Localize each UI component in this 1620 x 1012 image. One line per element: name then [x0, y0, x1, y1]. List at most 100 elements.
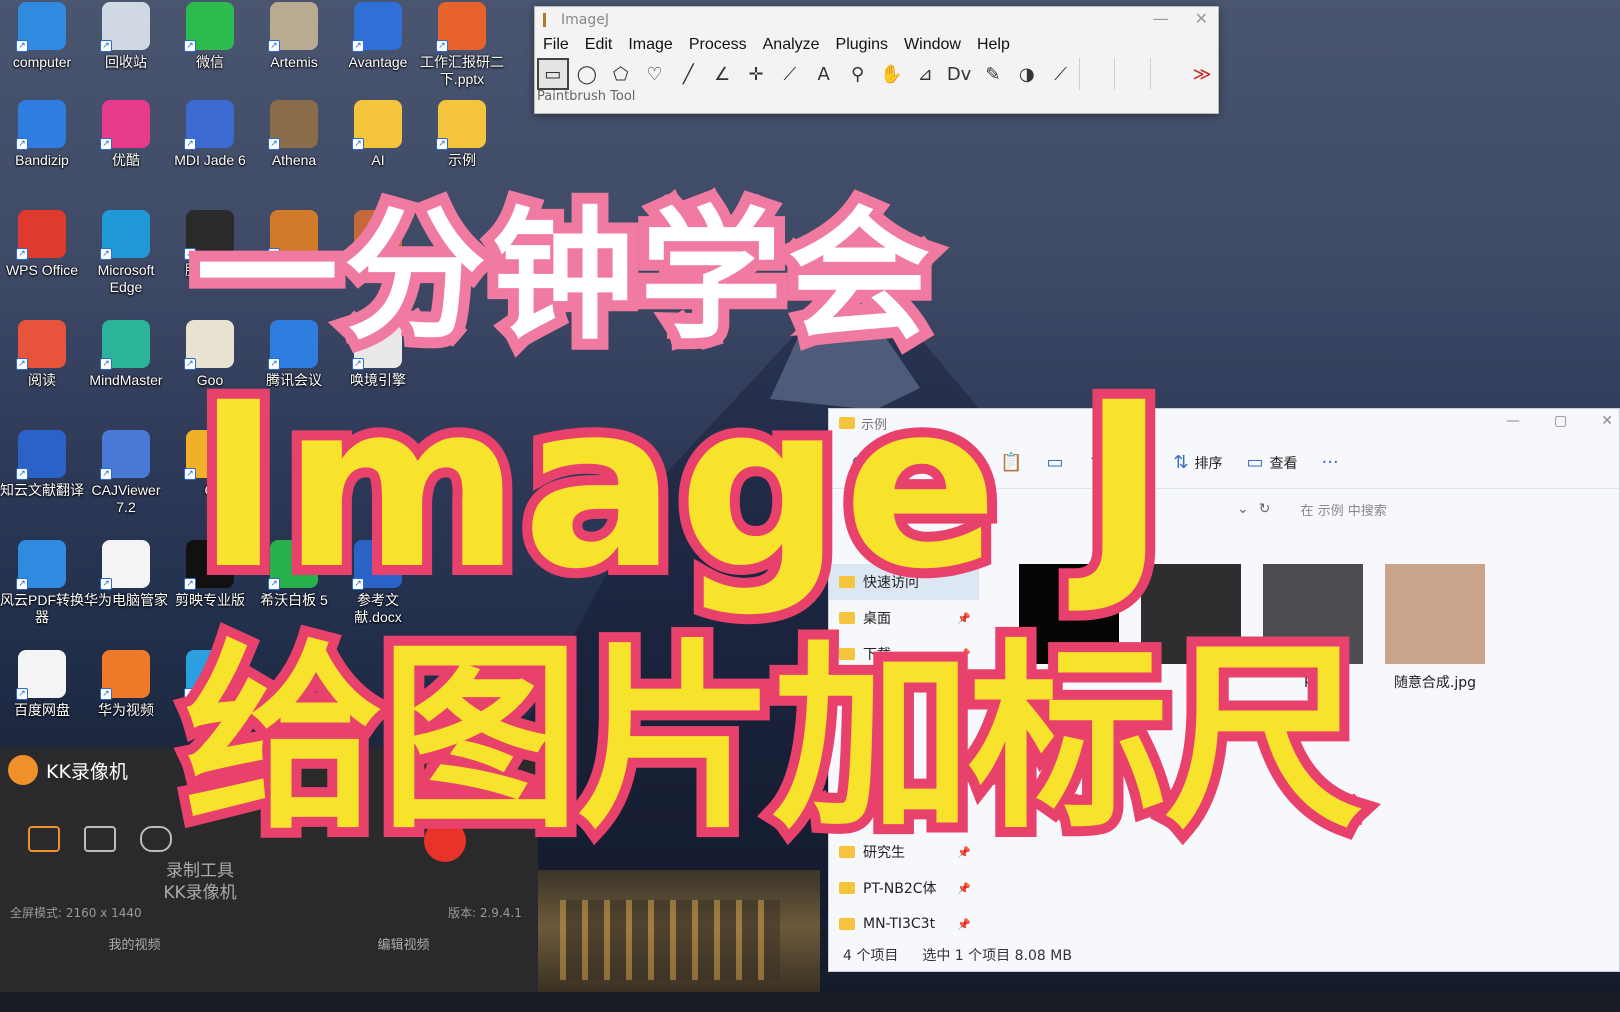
text-icon[interactable]: A	[808, 58, 840, 90]
desktop-icon[interactable]: ↗ MDI Jade 6	[168, 100, 252, 169]
kk-version: 版本: 2.9.4.1	[448, 906, 522, 920]
shortcut-arrow-icon: ↗	[100, 468, 112, 480]
point-icon[interactable]: ✛	[740, 58, 772, 90]
menu-help[interactable]: Help	[977, 36, 1010, 54]
desktop-icon[interactable]: ↗ 华为视频	[84, 650, 168, 719]
imagej-window[interactable]: ImageJ — ✕ File Edit Image Process Analyze Pl…	[534, 6, 1219, 114]
magnifier-icon[interactable]: ⚲	[842, 58, 874, 90]
menu-analyze[interactable]: Analyze	[763, 36, 820, 54]
command-button[interactable]: ⇅ 排序	[1173, 452, 1222, 473]
app-icon: ↗	[16, 100, 66, 150]
maximize-button[interactable]: ▢	[1554, 413, 1567, 429]
brush-icon[interactable]: ✎	[977, 58, 1009, 90]
command-button[interactable]: ···	[1322, 452, 1339, 473]
desktop-icon[interactable]: ↗ Artemis	[252, 2, 336, 71]
shortcut-arrow-icon: ↗	[16, 138, 28, 150]
kk-brand: KK录像机	[163, 883, 237, 903]
app-icon: ↗	[436, 2, 486, 52]
edit-videos-link[interactable]: 编辑视频	[269, 934, 538, 953]
desktop-icon[interactable]: ↗ Avantage	[336, 2, 420, 71]
menu-image[interactable]: Image	[628, 36, 672, 54]
dev-icon[interactable]: Dv	[943, 58, 975, 90]
window-mode-icon[interactable]	[84, 826, 116, 852]
hand-icon[interactable]: ✋	[875, 58, 907, 90]
app-icon: ↗	[352, 100, 402, 150]
menu-plugins[interactable]: Plugins	[836, 36, 888, 54]
search-input[interactable]: 在 示例 中搜索	[1300, 500, 1386, 519]
menu-file[interactable]: File	[543, 36, 569, 54]
desktop-icon[interactable]: ↗ 优酷	[84, 100, 168, 169]
menu-process[interactable]: Process	[689, 36, 747, 54]
minimize-button[interactable]: —	[1506, 413, 1520, 429]
polygon-icon[interactable]: ⬠	[605, 58, 637, 90]
desktop-icon[interactable]: ↗ computer	[0, 2, 84, 71]
app-icon: ↗	[436, 100, 486, 150]
wand-icon[interactable]: ⟋	[774, 58, 806, 90]
arrow-icon[interactable]: ≫	[1186, 58, 1218, 90]
desktop-icon[interactable]: ↗ 华为电脑管家	[84, 540, 168, 609]
desktop-icon[interactable]: ↗ Bandizip	[0, 100, 84, 169]
command-icon: ▭	[1246, 452, 1264, 473]
my-videos-link[interactable]: 我的视频	[0, 934, 269, 953]
desktop-icon[interactable]: ↗ WPS Office	[0, 210, 84, 279]
nav-item[interactable]: MN-TI3C3t 📌	[829, 906, 979, 942]
overlay-title-line3: 给图片加标尺	[174, 623, 1374, 856]
desktop-icon[interactable]: ↗ Microsoft Edge	[84, 210, 168, 296]
flood-icon[interactable]: ◑	[1011, 58, 1043, 90]
shortcut-arrow-icon: ↗	[100, 578, 112, 590]
city-lights	[560, 900, 780, 980]
kk-mode-icons	[28, 826, 172, 852]
desktop-icon[interactable]: ↗ MindMaster	[84, 320, 168, 389]
desktop-icon[interactable]: ↗ 回收站	[84, 2, 168, 71]
shortcut-arrow-icon: ↗	[352, 40, 364, 52]
gamepad-icon[interactable]	[140, 826, 172, 852]
screen-mode-icon[interactable]	[28, 826, 60, 852]
desktop-icon[interactable]: ↗ 示例	[420, 100, 504, 169]
desktop-icon[interactable]: ↗ 百度网盘	[0, 650, 84, 719]
app-icon: ↗	[16, 210, 66, 260]
oval-icon[interactable]: ◯	[571, 58, 603, 90]
desktop-icon-label: 工作汇报研二下.pptx	[420, 54, 504, 87]
desktop-icon[interactable]: ↗ 风云PDF转换器	[0, 540, 84, 626]
imagej-toolbar: ▭ ◯ ⬠ ♡ ╱ ∠ ✛ ⟋ A ⚲ ✋ ⊿ Dv ✎ ◑ ⟋ ≫	[535, 57, 1218, 91]
desktop-icon[interactable]: ↗ 阅读	[0, 320, 84, 389]
desktop-icon-label: 华为电脑管家	[84, 592, 168, 608]
desktop-icon[interactable]: ↗ 知云文献翻译	[0, 430, 84, 499]
command-button[interactable]: ▭ 查看	[1247, 452, 1298, 473]
empty-tool-slot[interactable]	[1078, 58, 1113, 90]
nav-item[interactable]: PT-NB2C体 📌	[829, 870, 979, 906]
shortcut-arrow-icon: ↗	[16, 248, 28, 260]
desktop-icon[interactable]: ↗ 工作汇报研二下.pptx	[420, 2, 504, 88]
refresh-icon[interactable]: ↻	[1259, 501, 1271, 517]
rectangle-icon[interactable]: ▭	[537, 58, 569, 90]
empty-tool-slot[interactable]	[1150, 58, 1184, 90]
close-button[interactable]: ✕	[1195, 9, 1208, 28]
desktop-icon-label: 华为视频	[98, 702, 154, 718]
desktop-icon[interactable]: ↗ AI	[336, 100, 420, 169]
angle-icon[interactable]: ∠	[706, 58, 738, 90]
minimize-button[interactable]: —	[1153, 9, 1169, 28]
empty-tool-slot[interactable]	[1114, 58, 1148, 90]
menu-edit[interactable]: Edit	[585, 36, 613, 54]
app-icon: ↗	[16, 320, 66, 370]
desktop-icon[interactable]: ↗ 微信	[168, 2, 252, 71]
dropper-icon[interactable]: ⊿	[909, 58, 941, 90]
shortcut-arrow-icon: ↗	[100, 40, 112, 52]
desktop-icon-label: 知云文献翻译	[0, 482, 84, 498]
menu-window[interactable]: Window	[904, 36, 961, 54]
desktop-icon[interactable]: ↗ Athena	[252, 100, 336, 169]
close-button[interactable]: ✕	[1601, 413, 1613, 429]
desktop-icon-label: WPS Office	[5, 262, 79, 278]
shortcut-arrow-icon: ↗	[16, 358, 28, 370]
pick-icon[interactable]: ⟋	[1045, 58, 1077, 90]
app-icon: ↗	[16, 430, 66, 480]
chevron-down-icon[interactable]: ⌄	[1237, 501, 1249, 517]
desktop-icon[interactable]: ↗ CAJViewer 7.2	[84, 430, 168, 516]
line-icon[interactable]: ╱	[672, 58, 704, 90]
file-item[interactable]: 随意合成.jpg	[1385, 564, 1485, 692]
freehand-icon[interactable]: ♡	[639, 58, 671, 90]
imagej-titlebar[interactable]: ImageJ — ✕	[535, 7, 1218, 33]
app-icon: ↗	[184, 100, 234, 150]
app-icon: ↗	[268, 100, 318, 150]
file-name: 随意合成.jpg	[1393, 675, 1477, 691]
